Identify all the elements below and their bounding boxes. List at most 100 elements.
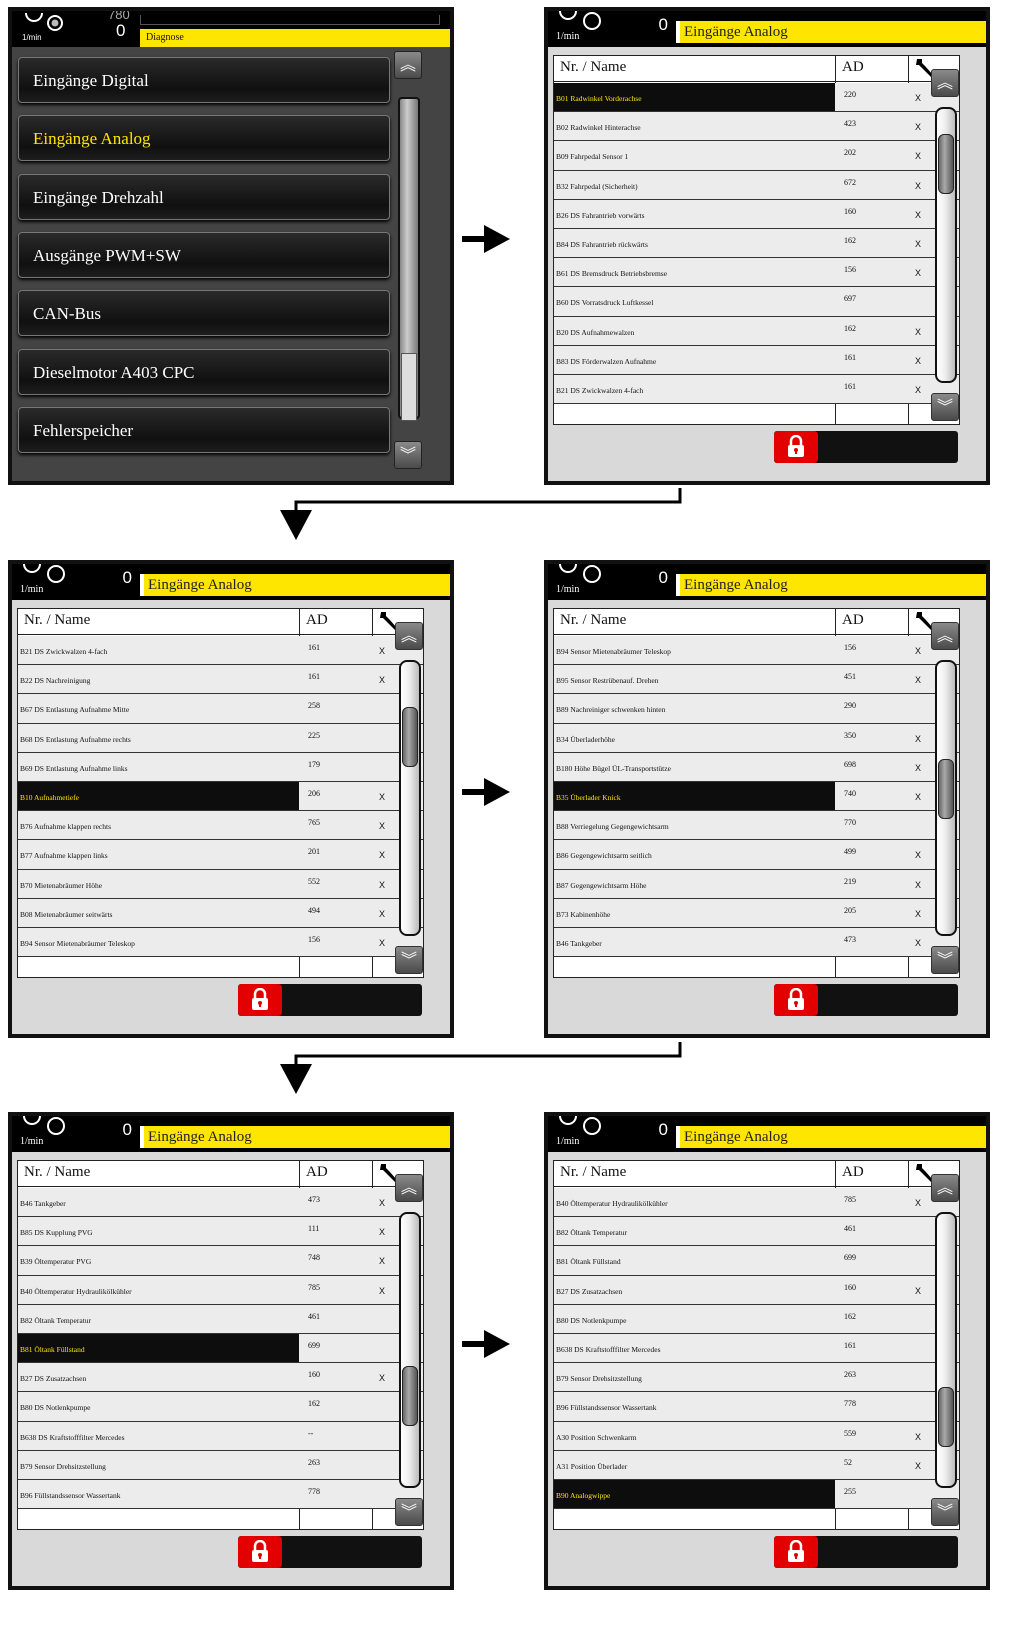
table-row[interactable]: B46 Tankgeber 473 X (554, 927, 959, 958)
table-row[interactable]: B27 DS Zusatzachsen 160 X (18, 1363, 423, 1393)
scroll-up-button[interactable]: ︽ (395, 622, 423, 650)
table-scrollbar[interactable]: ︽ ︾ (931, 69, 961, 421)
menu-item[interactable]: Ausgänge PWM+SW (18, 231, 390, 278)
scroll-thumb[interactable] (402, 1366, 418, 1427)
table-row[interactable]: B87 Gegengewichtsarm Höhe 219 X (554, 869, 959, 899)
table-row[interactable]: B84 DS Fahrantrieb rückwärts 162 X (554, 228, 959, 259)
table-row[interactable]: B46 Tankgeber 473 X (18, 1188, 423, 1218)
scroll-down-button[interactable]: ︾ (394, 441, 422, 469)
table-scrollbar[interactable]: ︽ ︾ (931, 622, 961, 974)
menu-item[interactable]: Dieselmotor A403 CPC (18, 348, 390, 395)
table-row[interactable]: B73 Kabinenhöhe 205 X (554, 898, 959, 928)
scroll-thumb[interactable] (938, 133, 954, 194)
table-row[interactable]: A30 Position Schwenkarm 559 X (554, 1421, 959, 1451)
lock-button[interactable] (774, 1536, 818, 1568)
table-row[interactable]: B68 DS Entlastung Aufnahme rechts 225 (18, 723, 423, 753)
table-row[interactable]: B34 Überladerhöhe 350 X (554, 723, 959, 753)
table-row[interactable]: B60 DS Vorratsdruck Luftkessel 697 (554, 287, 959, 317)
table-row[interactable]: B82 Öltank Temperatur 461 (554, 1217, 959, 1247)
table-row[interactable]: B81 Öltank Füllstand 699 (18, 1333, 423, 1364)
scroll-up-button[interactable]: ︽ (931, 69, 959, 97)
table-row[interactable]: B40 Öltemperatur Hydraulikölkühler 785 X (554, 1188, 959, 1218)
menu-scrollbar[interactable]: ︽ ︾ (394, 51, 424, 469)
menu-item[interactable]: Eingänge Digital (18, 57, 390, 103)
menu-item[interactable]: Eingänge Analog (18, 115, 390, 162)
scroll-thumb[interactable] (401, 353, 417, 421)
table-row[interactable]: B77 Aufnahme klappen links 201 X (18, 840, 423, 870)
scroll-up-button[interactable]: ︽ (931, 622, 959, 650)
table-row[interactable]: B76 Aufnahme klappen rechts 765 X (18, 811, 423, 841)
lock-bar[interactable] (238, 1536, 422, 1568)
scroll-track[interactable] (398, 97, 420, 421)
table-row[interactable]: B82 Öltank Temperatur 461 (18, 1304, 423, 1334)
scroll-thumb[interactable] (402, 707, 418, 768)
table-row[interactable]: B70 Mietenabräumer Höhe 552 X (18, 869, 423, 899)
table-row[interactable]: B638 DS Kraftstofffilter Mercedes 161 (554, 1333, 959, 1364)
table-row[interactable]: B32 Fahrpedal (Sicherheit) 672 X (554, 170, 959, 200)
scroll-down-button[interactable]: ︾ (395, 946, 423, 974)
lock-bar[interactable] (774, 984, 958, 1016)
table-row[interactable]: B61 DS Bremsdruck Betriebsbremse 156 X (554, 258, 959, 288)
table-row[interactable]: B20 DS Aufnahmewalzen 162 X (554, 316, 959, 346)
menu-item[interactable]: Eingänge Drehzahl (18, 173, 390, 220)
table-row[interactable]: B67 DS Entlastung Aufnahme Mitte 258 (18, 694, 423, 724)
table-row[interactable]: B86 Gegengewichtsarm seitlich 499 X (554, 840, 959, 870)
scroll-thumb[interactable] (938, 1386, 954, 1447)
scroll-down-button[interactable]: ︾ (931, 1498, 959, 1526)
table-row[interactable]: B80 DS Notlenkpumpe 162 (554, 1304, 959, 1334)
table-row[interactable]: B26 DS Fahrantrieb vorwärts 160 X (554, 199, 959, 229)
table-row[interactable]: B01 Radwinkel Vorderachse 220 X (554, 83, 959, 113)
table-row[interactable]: B638 DS Kraftstofffilter Mercedes -- (18, 1421, 423, 1451)
table-scrollbar[interactable]: ︽ ︾ (395, 622, 425, 974)
scroll-down-button[interactable]: ︾ (931, 946, 959, 974)
table-row[interactable]: B94 Sensor Mietenabräumer Teleskop 156 X (554, 636, 959, 666)
menu-item[interactable]: Fehlerspeicher (18, 406, 390, 453)
lock-button[interactable] (774, 984, 818, 1016)
menu-item[interactable]: CAN-Bus (18, 290, 390, 337)
table-scrollbar[interactable]: ︽ ︾ (395, 1174, 425, 1526)
scroll-track[interactable] (399, 1212, 421, 1488)
table-row[interactable]: B35 Überlader Knick 740 X (554, 781, 959, 812)
table-row[interactable]: A31 Position Überlader 52 X (554, 1450, 959, 1480)
table-row[interactable]: B08 Mietenabräumer seitwärts 494 X (18, 898, 423, 928)
table-row[interactable]: B27 DS Zusatzachsen 160 X (554, 1275, 959, 1305)
table-row[interactable]: B10 Aufnahmetiefe 206 X (18, 781, 423, 812)
scroll-down-button[interactable]: ︾ (395, 1498, 423, 1526)
table-row[interactable]: B40 Öltemperatur Hydraulikölkühler 785 X (18, 1275, 423, 1305)
lock-button[interactable] (774, 431, 818, 463)
table-row[interactable]: B39 Öltemperatur PVG 748 X (18, 1246, 423, 1276)
table-row[interactable]: B02 Radwinkel Hinterachse 423 X (554, 112, 959, 142)
scroll-up-button[interactable]: ︽ (394, 51, 422, 79)
lock-bar[interactable] (774, 431, 958, 463)
table-row[interactable]: B96 Füllstandssensor Wassertank 778 (554, 1392, 959, 1422)
table-row[interactable]: B85 DS Kupplung PVG 111 X (18, 1217, 423, 1247)
scroll-track[interactable] (935, 1212, 957, 1488)
table-row[interactable]: B94 Sensor Mietenabräumer Teleskop 156 X (18, 927, 423, 958)
table-row[interactable]: B79 Sensor Drehsitzstellung 263 (18, 1450, 423, 1480)
scroll-up-button[interactable]: ︽ (931, 1174, 959, 1202)
table-row[interactable]: B80 DS Notlenkpumpe 162 (18, 1392, 423, 1422)
scroll-track[interactable] (399, 660, 421, 936)
table-row[interactable]: B22 DS Nachreinigung 161 X (18, 665, 423, 695)
lock-bar[interactable] (238, 984, 422, 1016)
table-row[interactable]: B69 DS Entlastung Aufnahme links 179 (18, 752, 423, 782)
table-row[interactable]: B90 Analogwippe 255 (554, 1479, 959, 1510)
table-row[interactable]: B95 Sensor Restrübenauf. Drehen 451 X (554, 665, 959, 695)
table-row[interactable]: B96 Füllstandssensor Wassertank 778 (18, 1479, 423, 1510)
table-row[interactable]: B09 Fahrpedal Sensor 1 202 X (554, 141, 959, 171)
table-row[interactable]: B81 Öltank Füllstand 699 (554, 1246, 959, 1276)
lock-bar[interactable] (774, 1536, 958, 1568)
scroll-track[interactable] (935, 107, 957, 383)
table-scrollbar[interactable]: ︽ ︾ (931, 1174, 961, 1526)
table-row[interactable]: B21 DS Zwickwalzen 4-fach 161 X (554, 374, 959, 405)
table-row[interactable]: B79 Sensor Drehsitzstellung 263 (554, 1363, 959, 1393)
table-row[interactable]: B180 Höhe Bügel ÜL-Transportstütze 698 X (554, 752, 959, 782)
lock-button[interactable] (238, 984, 282, 1016)
table-row[interactable]: B88 Verriegelung Gegengewichtsarm 770 (554, 811, 959, 841)
lock-button[interactable] (238, 1536, 282, 1568)
table-row[interactable]: B21 DS Zwickwalzen 4-fach 161 X (18, 636, 423, 666)
scroll-track[interactable] (935, 660, 957, 936)
scroll-thumb[interactable] (938, 758, 954, 819)
scroll-down-button[interactable]: ︾ (931, 393, 959, 421)
scroll-up-button[interactable]: ︽ (395, 1174, 423, 1202)
